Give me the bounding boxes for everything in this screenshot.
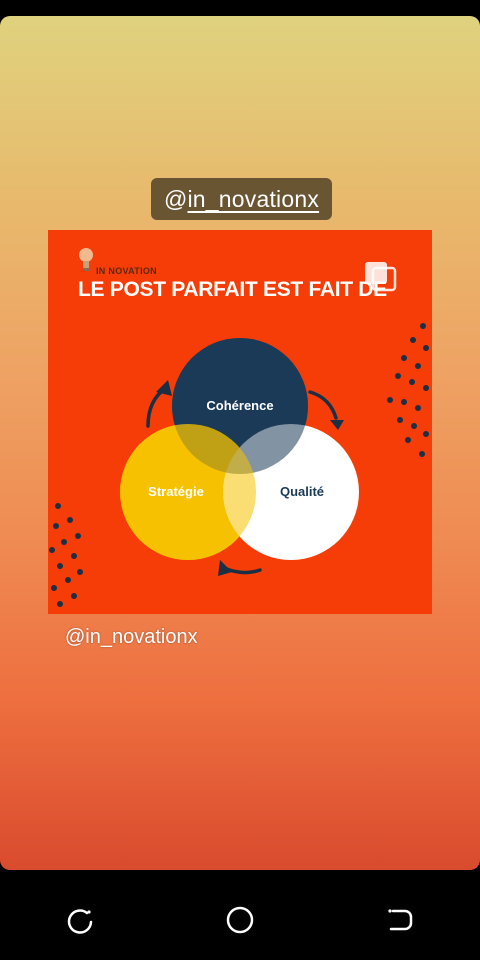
label-strategie: Stratégie: [148, 484, 204, 499]
mention-handle: in_novationx: [187, 185, 320, 212]
label-coherence: Cohérence: [206, 398, 273, 413]
back-button[interactable]: [370, 890, 430, 950]
mention-at: @: [163, 185, 188, 212]
dot-pattern-right: [387, 323, 429, 457]
back-icon: [388, 909, 413, 931]
recent-apps-button[interactable]: [50, 890, 110, 950]
mention-sticker[interactable]: @ in_novationx: [151, 178, 332, 220]
story-caption-mention[interactable]: @in_novationx: [65, 626, 198, 649]
story-canvas: @ in_novationx IN NOVATION LE POST PARFAI…: [0, 16, 480, 870]
dot-pattern-left: [49, 503, 83, 607]
venn-diagram: Cohérence Stratégie Qualité: [49, 323, 429, 607]
home-button[interactable]: [210, 890, 270, 950]
home-icon: [226, 906, 254, 934]
label-qualite: Qualité: [280, 484, 324, 499]
system-navigation-bar: [0, 880, 480, 960]
shared-post-image[interactable]: IN NOVATION LE POST PARFAIT EST FAIT DE: [48, 230, 432, 614]
recent-apps-icon: [67, 909, 93, 934]
